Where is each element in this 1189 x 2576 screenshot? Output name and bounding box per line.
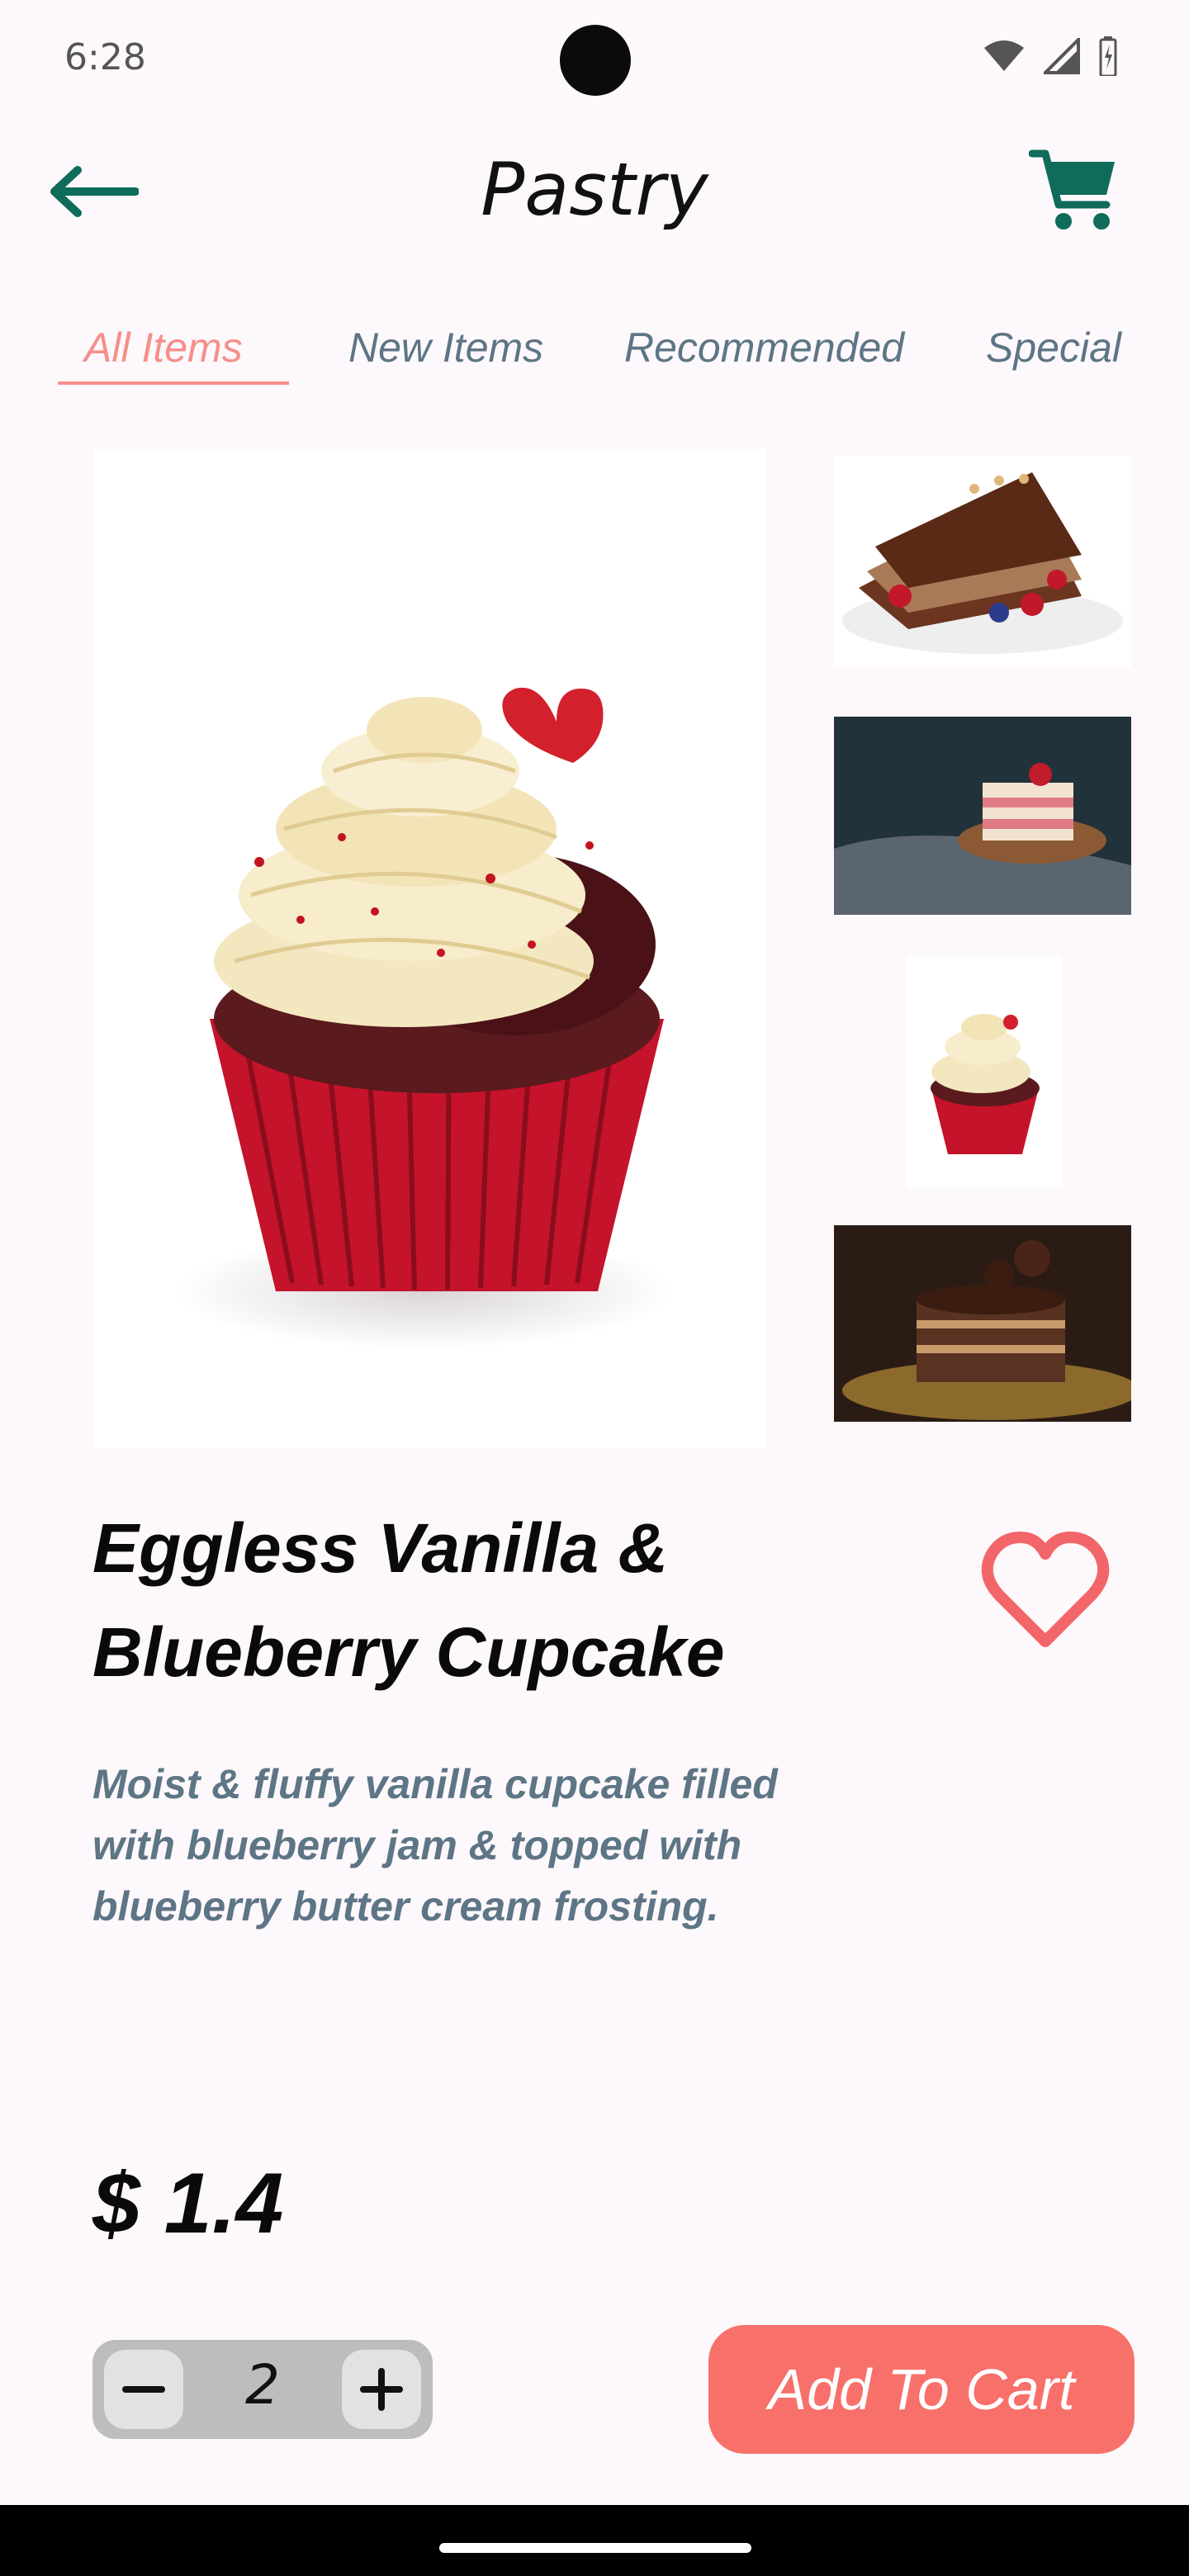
product-description: Moist & fluffy vanilla cupcake filled wi… [92, 1761, 778, 1930]
thumbnail-chocolate-layer-cake[interactable] [834, 1225, 1131, 1422]
camera-cutout [560, 25, 631, 96]
product-price: $ 1.4 [92, 2156, 284, 2252]
product-detail-screen: 6:28 Pastry All Items New Items Recommen… [0, 0, 1189, 2576]
cart-button[interactable] [1028, 145, 1120, 236]
plus-icon [360, 2368, 403, 2411]
home-indicator[interactable] [439, 2543, 751, 2553]
shopping-cart-icon [1028, 149, 1115, 230]
category-tabs: All Items New Items Recommended Special [58, 324, 1189, 390]
status-bar: 6:28 [0, 0, 1189, 116]
wifi-icon [984, 40, 1024, 71]
increase-quantity-button[interactable] [342, 2350, 421, 2429]
status-icons [983, 36, 1118, 76]
main-product-image [94, 449, 766, 1448]
signal-icon [1044, 38, 1080, 74]
tab-recommended[interactable]: Recommended [624, 324, 904, 372]
heart-outline-icon [981, 1532, 1110, 1647]
tab-special[interactable]: Special [986, 324, 1121, 372]
thumbnail-chocolate-cake-slice[interactable] [834, 456, 1131, 667]
tab-all-items[interactable]: All Items [84, 324, 243, 372]
quantity-stepper: 2 [92, 2340, 433, 2439]
thumbnail-cupcake[interactable] [907, 956, 1062, 1187]
system-navigation-bar [0, 2505, 1189, 2576]
status-time: 6:28 [64, 36, 146, 78]
tab-active-indicator [58, 381, 289, 385]
add-to-cart-button[interactable]: Add To Cart [708, 2325, 1135, 2454]
thumbnail-layered-berry-cake[interactable] [834, 717, 1131, 915]
battery-icon [1099, 36, 1117, 76]
page-title: Pastry [481, 147, 708, 232]
product-name: Eggless Vanilla & Blueberry Cupcake [92, 1509, 725, 1691]
favorite-button[interactable] [981, 1529, 1110, 1651]
tab-new-items[interactable]: New Items [348, 324, 543, 372]
